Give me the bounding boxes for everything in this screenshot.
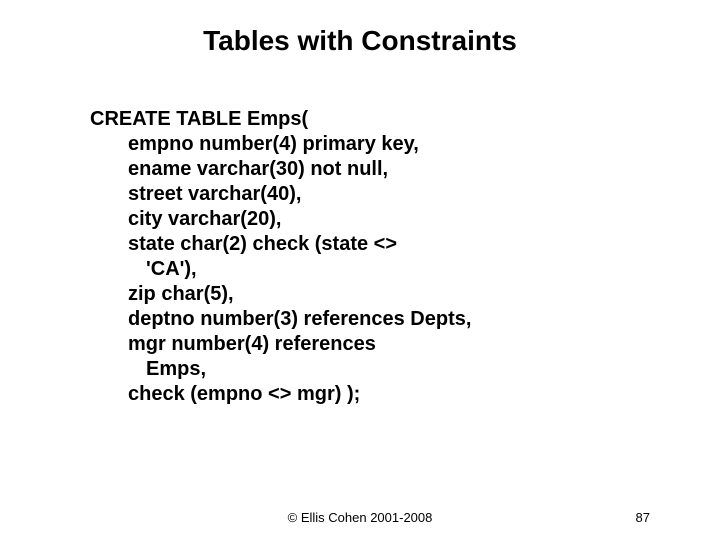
code-line: check (empno <> mgr) ); xyxy=(90,382,670,407)
code-line: mgr number(4) references xyxy=(90,332,670,357)
code-line: empno number(4) primary key, xyxy=(90,132,670,157)
code-line: deptno number(3) references Depts, xyxy=(90,307,670,332)
code-line: ename varchar(30) not null, xyxy=(90,157,670,182)
code-line: state char(2) check (state <> xyxy=(90,232,670,257)
code-line: Emps, xyxy=(90,357,670,382)
code-line: zip char(5), xyxy=(90,282,670,307)
slide-title: Tables with Constraints xyxy=(0,25,720,57)
page-number: 87 xyxy=(636,510,650,525)
code-line: 'CA'), xyxy=(90,257,670,282)
code-line: city varchar(20), xyxy=(90,207,670,232)
slide-container: Tables with Constraints CREATE TABLE Emp… xyxy=(0,0,720,540)
code-line: street varchar(40), xyxy=(90,182,670,207)
sql-code-block: CREATE TABLE Emps( empno number(4) prima… xyxy=(0,107,720,407)
copyright-text: © Ellis Cohen 2001-2008 xyxy=(288,510,433,525)
code-line: CREATE TABLE Emps( xyxy=(90,107,670,132)
